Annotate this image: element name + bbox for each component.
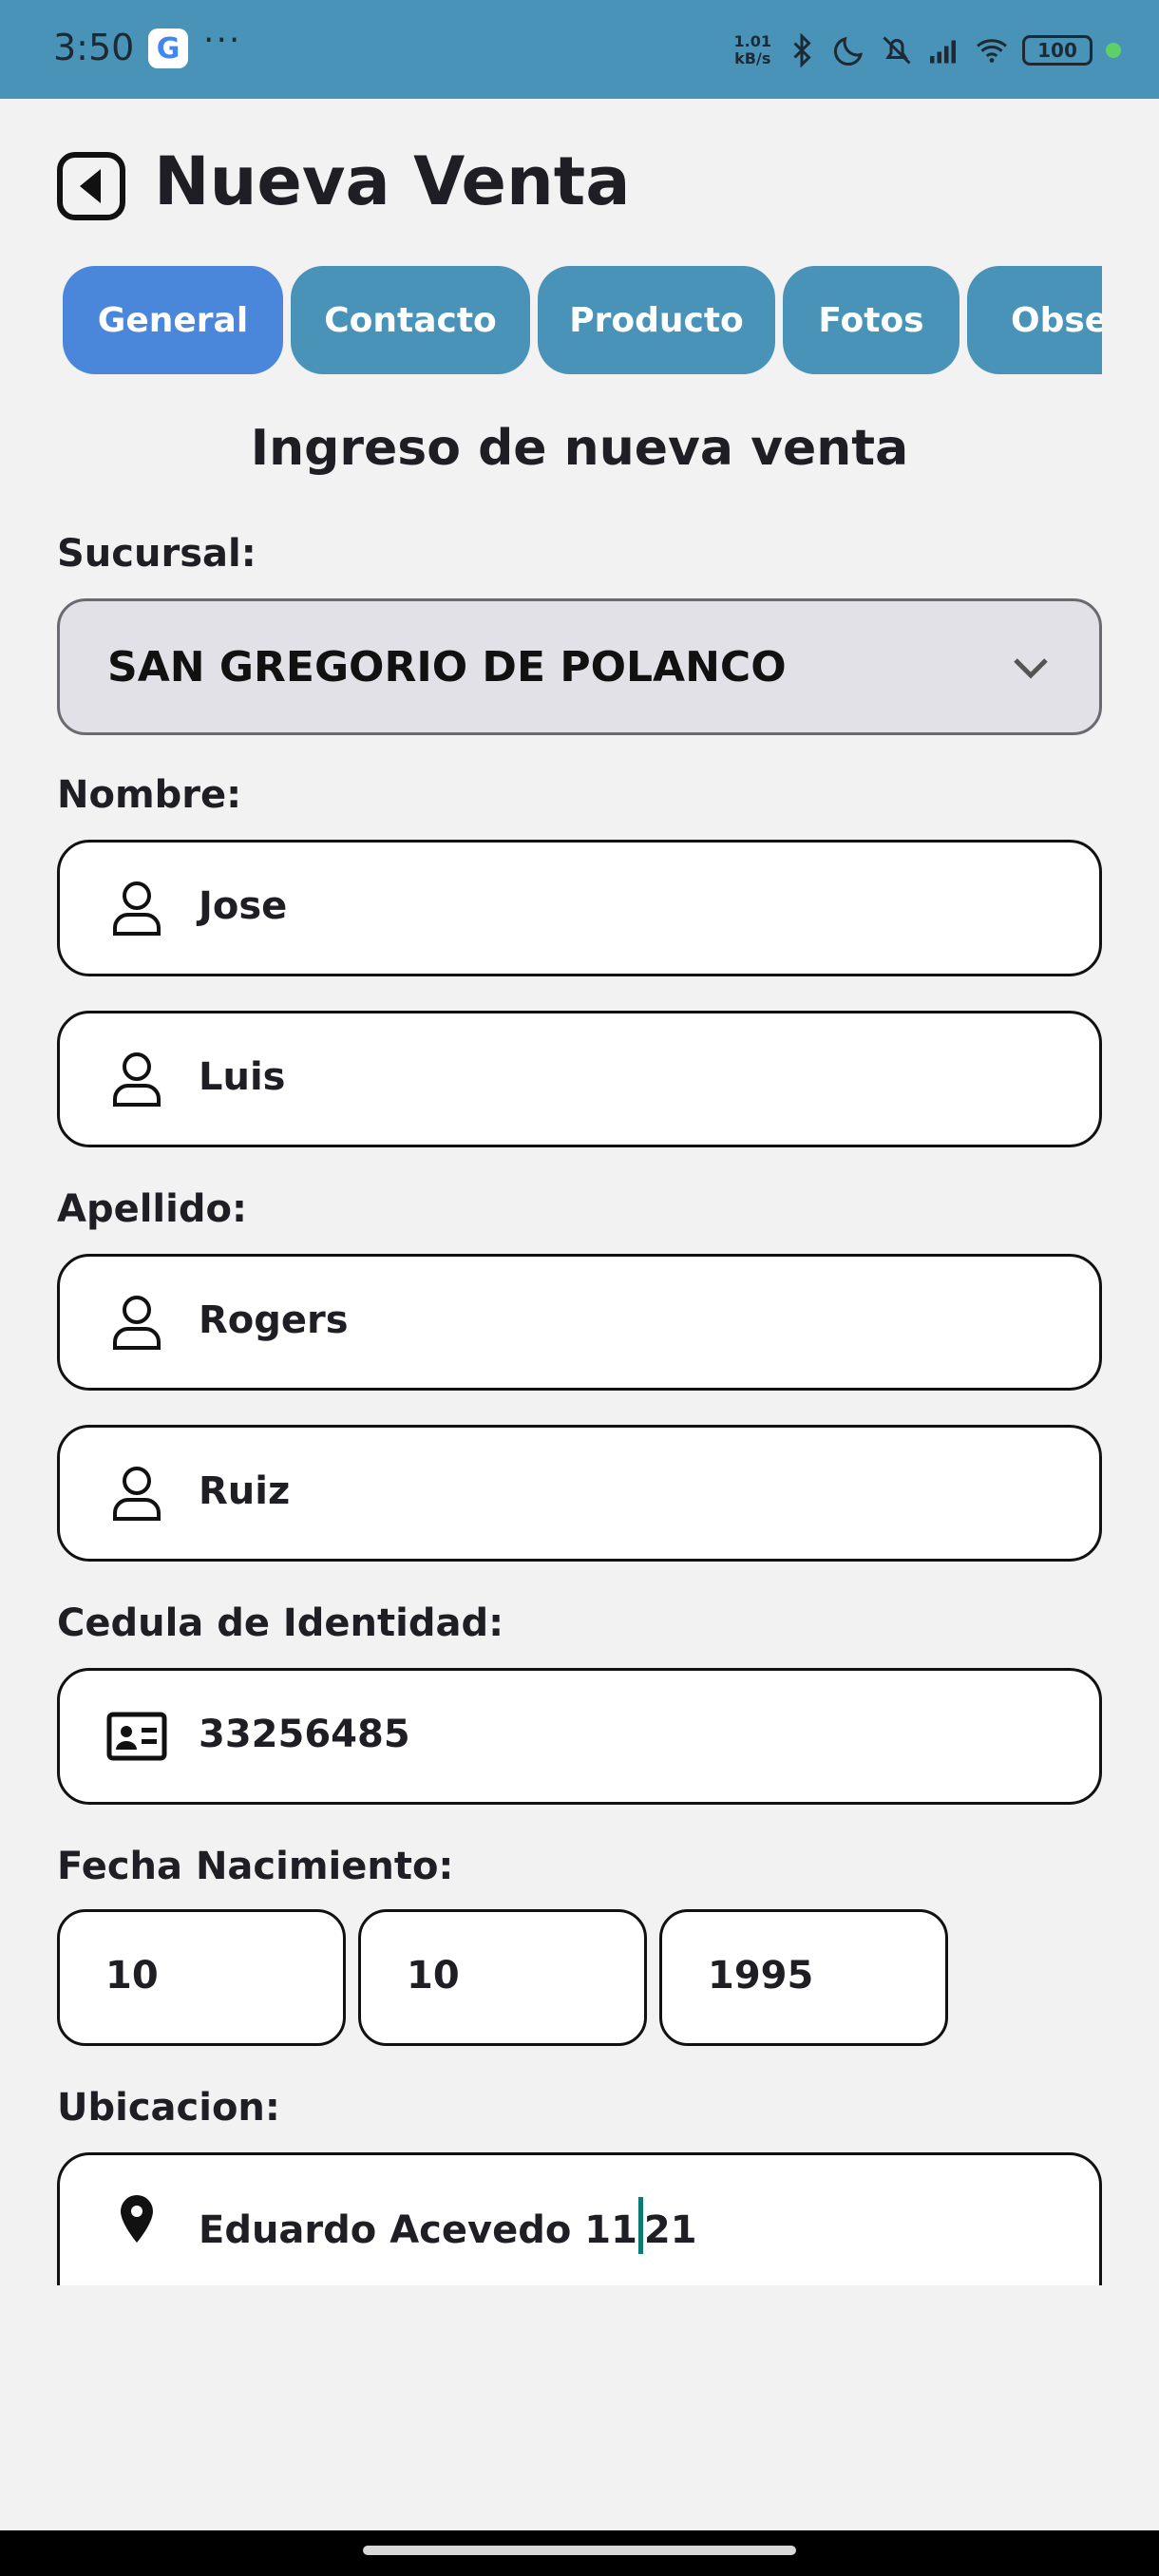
vibrate-mute-icon [883, 36, 911, 65]
ubicacion-field[interactable]: Eduardo Acevedo 11 21 [57, 2152, 1102, 2285]
ubicacion-label: Ubicacion: [57, 2086, 280, 2130]
battery-icon: 100 [1022, 35, 1092, 66]
notification-dot [1106, 43, 1121, 58]
nombre-1-value: Jose [199, 884, 288, 928]
network-speed: 1.01 kB/s [734, 33, 771, 67]
sucursal-select[interactable]: SAN GREGORIO DE POLANCO [57, 598, 1102, 735]
cedula-label: Cedula de Identidad: [57, 1601, 504, 1645]
nombre-field-2[interactable]: Luis [57, 1011, 1102, 1147]
status-bar: 3:50 G ··· 1.01 kB/s 100 [0, 0, 1159, 99]
tab-bar[interactable]: General Contacto Producto Fotos Obser [63, 266, 1102, 376]
cedula-field[interactable]: 33256485 [57, 1668, 1102, 1805]
wifi-icon [977, 39, 1007, 63]
fecha-mes-input[interactable]: 10 [358, 1909, 647, 2046]
ubicacion-value: Eduardo Acevedo 11 21 [199, 2197, 697, 2254]
apellido-1-value: Rogers [199, 1298, 349, 1342]
ubicacion-text-before-cursor: Eduardo Acevedo 11 [199, 2208, 637, 2252]
tab-observaciones[interactable]: Obser [967, 266, 1102, 374]
more-notifications-icon: ··· [203, 21, 242, 60]
person-icon [113, 1467, 161, 1521]
bluetooth-icon [793, 33, 811, 67]
fecha-mes-value: 10 [407, 1954, 460, 1998]
fecha-nacimiento-label: Fecha Nacimiento: [57, 1845, 454, 1888]
tab-fotos[interactable]: Fotos [783, 266, 960, 374]
person-icon [113, 1052, 161, 1107]
person-icon [113, 881, 161, 936]
tab-general[interactable]: General [63, 266, 283, 374]
status-time: 3:50 [53, 27, 135, 68]
id-card-icon [106, 1712, 167, 1761]
signal-icon [930, 40, 956, 64]
nombre-label: Nombre: [57, 773, 242, 817]
fecha-anio-value: 1995 [708, 1954, 814, 1998]
google-icon: G [148, 28, 188, 68]
fecha-dia-value: 10 [105, 1954, 159, 1998]
system-nav-bar [0, 2530, 1159, 2576]
network-speed-unit: kB/s [734, 49, 771, 67]
tab-contacto[interactable]: Contacto [291, 266, 530, 374]
apellido-2-value: Ruiz [199, 1469, 291, 1513]
cedula-value: 33256485 [199, 1713, 410, 1756]
home-indicator[interactable] [363, 2546, 796, 2555]
page-title: Nueva Venta [154, 142, 631, 220]
section-title: Ingreso de nueva venta [250, 420, 909, 477]
apellido-field-2[interactable]: Ruiz [57, 1425, 1102, 1562]
chevron-down-icon [1014, 658, 1048, 679]
location-pin-icon [121, 2195, 153, 2243]
sucursal-label: Sucursal: [57, 532, 256, 576]
text-cursor [637, 2197, 643, 2254]
sucursal-selected-value: SAN GREGORIO DE POLANCO [107, 643, 787, 691]
back-arrow-icon[interactable] [57, 152, 125, 220]
moon-icon [833, 36, 864, 66]
ubicacion-text-after-cursor: 21 [643, 2208, 697, 2252]
fecha-dia-input[interactable]: 10 [57, 1909, 346, 2046]
status-icons: 1.01 kB/s 100 [734, 27, 1121, 74]
apellido-label: Apellido: [57, 1187, 247, 1231]
network-speed-value: 1.01 [733, 32, 771, 50]
apellido-field-1[interactable]: Rogers [57, 1254, 1102, 1391]
nombre-2-value: Luis [199, 1055, 286, 1099]
person-icon [113, 1296, 161, 1350]
tab-producto[interactable]: Producto [538, 266, 775, 374]
fecha-anio-input[interactable]: 1995 [659, 1909, 948, 2046]
nombre-field-1[interactable]: Jose [57, 840, 1102, 976]
